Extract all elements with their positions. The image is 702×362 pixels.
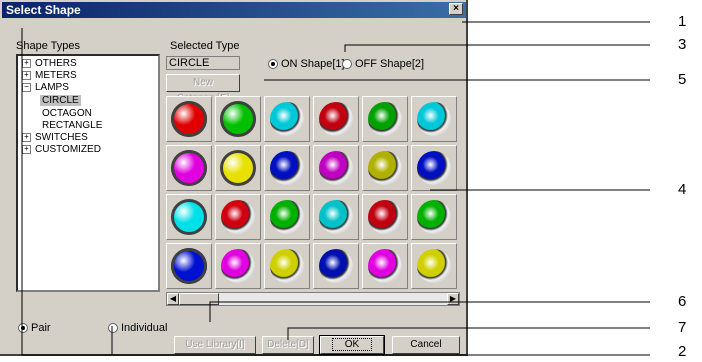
callout-lines [21, 21, 650, 356]
callout-7: 7 [678, 319, 687, 336]
callout-6: 6 [678, 293, 687, 310]
callout-4: 4 [678, 181, 687, 198]
callout-3: 3 [678, 36, 687, 53]
callout-line-7 [287, 327, 650, 340]
callout-2: 2 [678, 343, 687, 360]
callout-line-6 [209, 301, 650, 322]
callout-5: 5 [678, 71, 687, 88]
callout-line-3 [344, 44, 650, 52]
callout-line-2a [21, 28, 650, 356]
callout-1: 1 [678, 13, 687, 30]
